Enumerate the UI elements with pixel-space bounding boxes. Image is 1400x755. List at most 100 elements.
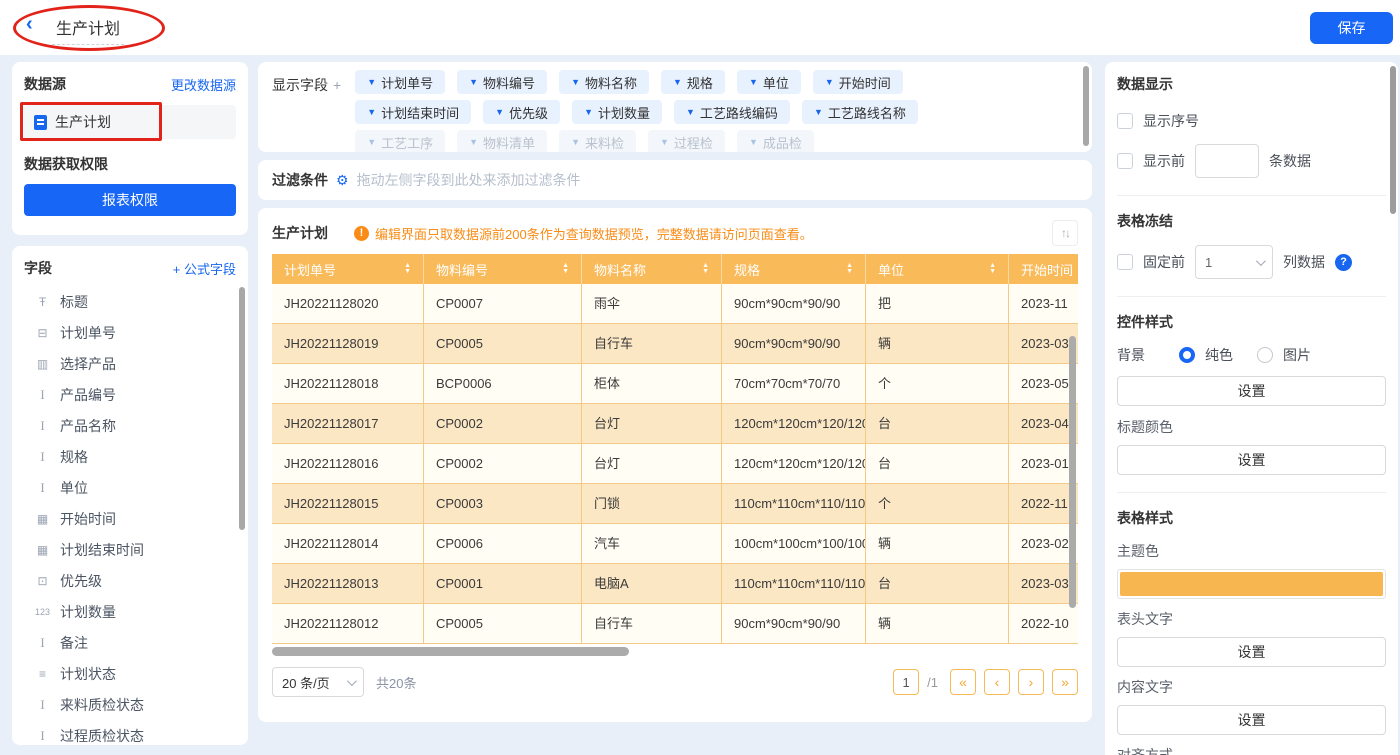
table-row: JH20221128015CP0003门锁110cm*110cm*110/110… (272, 484, 1078, 524)
solid-color-radio[interactable] (1179, 347, 1195, 363)
image-radio[interactable] (1257, 347, 1273, 363)
calendar-icon: ▦ (34, 543, 51, 557)
display-field-tag[interactable]: ▼物料名称 (559, 70, 649, 94)
field-item[interactable]: I过程质检状态 (24, 720, 236, 745)
header-text-set-button[interactable]: 设置 (1117, 637, 1386, 667)
page-title[interactable]: 生产计划 (52, 15, 124, 45)
caret-down-icon: ▼ (367, 107, 376, 117)
column-header[interactable]: 单位 ▲▼ (866, 254, 1009, 284)
tag-label: 过程检 (674, 133, 713, 152)
fix-columns-checkbox[interactable] (1117, 254, 1133, 270)
column-header[interactable]: 物料编号▲▼ (424, 254, 582, 284)
display-field-tag[interactable]: ▼物料编号 (457, 70, 547, 94)
field-item[interactable]: ▦开始时间 (24, 503, 236, 534)
page-size-select[interactable]: 20 条/页 (272, 667, 364, 697)
display-field-tag[interactable]: ▼单位 (737, 70, 801, 94)
display-field-tag[interactable]: ▼物料清单 (457, 130, 547, 152)
display-field-tag[interactable]: ▼过程检 (648, 130, 725, 152)
field-item[interactable]: ≡计划状态 (24, 658, 236, 689)
fix-columns-select[interactable]: 1 (1195, 245, 1273, 279)
show-first-count-input[interactable] (1195, 144, 1259, 178)
first-page-button[interactable]: « (950, 669, 976, 695)
table-cell: CP0005 (424, 604, 582, 644)
sort-toggle-icon[interactable]: ↑↓ (1052, 220, 1078, 246)
show-first-prefix: 显示前 (1143, 151, 1185, 171)
column-header[interactable]: 开始时间▲▼ (1009, 254, 1078, 284)
table-cell: 台灯 (582, 404, 722, 444)
show-index-checkbox[interactable] (1117, 113, 1133, 129)
text-icon: I (34, 635, 51, 651)
table-cell: 辆 (866, 524, 1009, 564)
display-fields-scrollbar[interactable] (1083, 66, 1089, 146)
field-item[interactable]: I产品名称 (24, 410, 236, 441)
sort-carets-icon: ▲▼ (562, 263, 569, 275)
display-field-tag[interactable]: ▼计划单号 (355, 70, 445, 94)
prev-page-button[interactable]: ‹ (984, 669, 1010, 695)
save-button[interactable]: 保存 (1310, 12, 1393, 44)
add-display-field-button[interactable]: + (333, 77, 341, 93)
field-item[interactable]: ⊡优先级 (24, 565, 236, 596)
table-cell: 个 (866, 364, 1009, 404)
display-field-tag[interactable]: ▼计划结束时间 (355, 100, 471, 124)
last-page-button[interactable]: » (1052, 669, 1078, 695)
field-item[interactable]: I产品编号 (24, 379, 236, 410)
background-set-button[interactable]: 设置 (1117, 376, 1386, 406)
field-item[interactable]: 123计划数量 (24, 596, 236, 627)
sort-carets-icon: ▲▼ (989, 263, 996, 275)
add-formula-field-link[interactable]: + 公式字段 (173, 259, 236, 278)
field-label: 备注 (60, 633, 88, 653)
theme-color-swatch[interactable] (1117, 569, 1386, 599)
next-page-button[interactable]: › (1018, 669, 1044, 695)
table-cell: 个 (866, 484, 1009, 524)
style-panel: 数据显示 显示序号 显示前 条数据 表格冻结 固定前 1 列数据 ? 控件样式 … (1105, 62, 1398, 755)
image-label: 图片 (1283, 345, 1311, 365)
display-field-tag[interactable]: ▼成品检 (737, 130, 814, 152)
column-label: 单位 (878, 260, 904, 279)
field-item[interactable]: I单位 (24, 472, 236, 503)
column-header[interactable]: 规格▲▼ (722, 254, 866, 284)
fields-scrollbar[interactable] (239, 287, 245, 530)
help-icon[interactable]: ? (1335, 254, 1352, 271)
table-vertical-scrollbar[interactable] (1069, 336, 1076, 608)
field-item[interactable]: Ŧ标题 (24, 286, 236, 317)
display-field-tag[interactable]: ▼优先级 (483, 100, 560, 124)
show-first-checkbox[interactable] (1117, 153, 1133, 169)
change-datasource-link[interactable]: 更改数据源 (171, 75, 236, 94)
table-cell: BCP0006 (424, 364, 582, 404)
table-horizontal-scrollbar[interactable] (272, 647, 629, 656)
column-label: 物料名称 (594, 260, 646, 279)
field-item[interactable]: I 备注 (24, 627, 236, 658)
tag-label: 规格 (687, 73, 713, 92)
pagination: 20 条/页 共20条 1 /1 « ‹ › » (272, 667, 1078, 697)
filter-dropzone[interactable]: 拖动左侧字段到此处来添加过滤条件 (357, 170, 581, 190)
report-permission-button[interactable]: 报表权限 (24, 184, 236, 216)
field-item[interactable]: ▦计划结束时间 (24, 534, 236, 565)
column-header[interactable]: 计划单号▲▼ (272, 254, 424, 284)
current-page-input[interactable]: 1 (893, 669, 919, 695)
content-text-label: 内容文字 (1117, 677, 1386, 697)
content-text-set-button[interactable]: 设置 (1117, 705, 1386, 735)
display-field-tag[interactable]: ▼规格 (661, 70, 725, 94)
field-item[interactable]: I来料质检状态 (24, 689, 236, 720)
style-panel-scrollbar[interactable] (1390, 66, 1396, 214)
table-cell: CP0006 (424, 524, 582, 564)
field-item[interactable]: I规格 (24, 441, 236, 472)
table-cell: 100cm*100cm*100/100 (722, 524, 866, 564)
field-item[interactable]: ▥选择产品 (24, 348, 236, 379)
title-color-set-button[interactable]: 设置 (1117, 445, 1386, 475)
caret-down-icon: ▼ (749, 77, 758, 87)
display-field-tag[interactable]: ▼计划数量 (572, 100, 662, 124)
table-style-title: 表格样式 (1117, 508, 1386, 528)
gear-icon[interactable]: ⚙ (336, 172, 349, 189)
field-item[interactable]: ⊟计划单号 (24, 317, 236, 348)
display-field-tag[interactable]: ▼工艺路线名称 (802, 100, 918, 124)
tag-label: 工艺工序 (381, 133, 433, 152)
display-field-tag[interactable]: ▼来料检 (559, 130, 636, 152)
display-field-tag[interactable]: ▼工艺工序 (355, 130, 445, 152)
column-header[interactable]: 物料名称▲▼ (582, 254, 722, 284)
display-field-tag[interactable]: ▼开始时间 (813, 70, 903, 94)
back-icon[interactable]: ‹ (26, 13, 33, 36)
display-field-tag[interactable]: ▼工艺路线编码 (674, 100, 790, 124)
table-cell: 汽车 (582, 524, 722, 564)
datasource-item[interactable]: 生产计划 (24, 105, 236, 139)
